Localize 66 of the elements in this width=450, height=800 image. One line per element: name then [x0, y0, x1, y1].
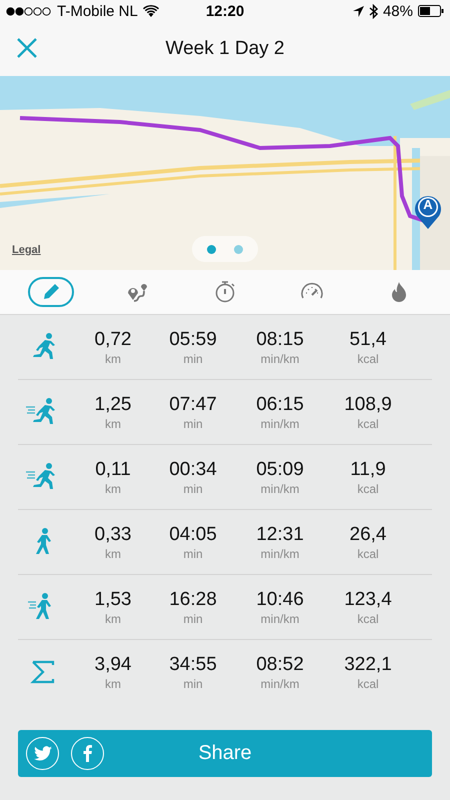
unit-label: min/km [260, 352, 300, 366]
duration-value: 07:47 [169, 394, 217, 416]
distance-value: 0,33 [94, 524, 132, 546]
edit-tab[interactable] [28, 277, 74, 307]
unit-label: kcal [357, 416, 379, 430]
pace-value: 08:15 [256, 328, 304, 350]
unit-label: km [105, 482, 121, 496]
twitter-button[interactable] [26, 737, 59, 770]
battery-icon [418, 5, 444, 17]
duration-value: 00:34 [169, 458, 217, 480]
unit-label: min/km [260, 546, 300, 560]
unit-label: min [183, 612, 203, 626]
distance-value: 0,72 [94, 328, 132, 350]
unit-label: min/km [260, 482, 300, 496]
map-pin-icon [413, 194, 443, 230]
calories-value: 322,1 [344, 654, 392, 676]
duration-value: 05:59 [169, 328, 217, 350]
duration-value: 34:55 [169, 654, 217, 676]
duration-value: 04:05 [169, 524, 217, 546]
unit-label: kcal [357, 546, 379, 560]
unit-label: km [105, 612, 121, 626]
distance-value: 1,53 [94, 588, 132, 610]
unit-label: min [183, 352, 203, 366]
distance-value: 0,11 [95, 458, 131, 480]
wifi-icon [142, 5, 159, 17]
unit-label: min/km [260, 416, 300, 430]
battery-percent: 48% [382, 2, 413, 20]
unit-label: min/km [260, 676, 300, 690]
calories-value: 51,4 [350, 328, 386, 350]
duration-value: 16:28 [169, 588, 217, 610]
pace-value: 05:09 [256, 458, 304, 480]
calories-value: 123,4 [344, 588, 392, 610]
clock-time: 12:20 [206, 2, 244, 20]
unit-label: min [183, 482, 203, 496]
distance-value: 1,25 [94, 394, 132, 416]
unit-label: kcal [357, 676, 379, 690]
distance-value: 3,94 [94, 654, 132, 676]
bluetooth-icon [368, 4, 378, 18]
screen-title: Week 1 Day 2 [166, 38, 284, 60]
calories-value: 26,4 [350, 524, 386, 546]
calories-value: 108,9 [344, 394, 392, 416]
legal-link[interactable]: Legal [12, 244, 41, 256]
signal-icon [6, 6, 52, 16]
pace-value: 06:15 [256, 394, 304, 416]
pace-value: 10:46 [256, 588, 304, 610]
facebook-button[interactable] [71, 737, 104, 770]
unit-label: km [105, 546, 121, 560]
bird-icon [34, 746, 52, 761]
carrier-name: T-Mobile NL [57, 2, 138, 20]
calories-value: 11,9 [350, 458, 386, 480]
pace-value: 08:52 [256, 654, 304, 676]
unit-label: km [105, 676, 121, 690]
pace-value: 12:31 [256, 524, 304, 546]
unit-label: kcal [357, 612, 379, 626]
unit-label: km [105, 352, 121, 366]
unit-label: min [183, 676, 203, 690]
unit-label: kcal [357, 482, 379, 496]
unit-label: min/km [260, 612, 300, 626]
unit-label: km [105, 416, 121, 430]
unit-label: kcal [357, 352, 379, 366]
unit-label: min [183, 546, 203, 560]
close-icon [16, 37, 38, 59]
pin-label: A [422, 197, 434, 212]
location-arrow-icon [352, 6, 364, 16]
facebook-f-icon [83, 745, 92, 762]
unit-label: min [183, 416, 203, 430]
